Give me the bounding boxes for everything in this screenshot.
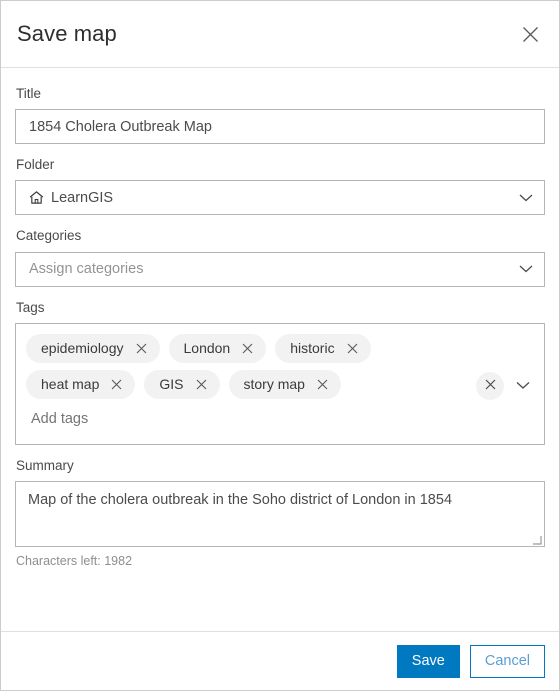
clear-all-tags-button[interactable] — [476, 371, 504, 400]
page-title: Save map — [17, 21, 117, 46]
tag-label: epidemiology — [41, 340, 124, 357]
close-icon[interactable] — [238, 339, 257, 358]
close-icon — [522, 26, 539, 43]
categories-label: Categories — [16, 228, 82, 244]
cancel-button[interactable]: Cancel — [469, 644, 545, 678]
save-button[interactable]: Save — [396, 644, 460, 678]
close-icon[interactable] — [343, 339, 362, 358]
folder-select-value: LearnGIS — [51, 189, 114, 206]
home-icon — [29, 190, 44, 205]
tags-label: Tags — [16, 299, 45, 315]
chevron-down-icon — [519, 193, 533, 202]
summary-textarea[interactable] — [15, 480, 545, 547]
chevron-down-icon — [519, 265, 533, 274]
tag-chip[interactable]: London — [168, 333, 267, 363]
dialog-header: Save map — [1, 1, 559, 68]
close-icon[interactable] — [132, 339, 151, 358]
close-icon[interactable] — [313, 375, 332, 394]
title-input-value: 1854 Cholera Outbreak Map — [29, 118, 212, 135]
folder-label: Folder — [16, 157, 55, 173]
folder-field-group: Folder LearnGIS — [15, 157, 545, 216]
folder-select[interactable]: LearnGIS — [15, 180, 545, 216]
tag-chip[interactable]: story map — [228, 369, 341, 399]
tags-actions — [476, 371, 535, 400]
dialog-body: Title 1854 Cholera Outbreak Map Folder L… — [1, 68, 559, 631]
dialog-footer: Save Cancel — [1, 631, 559, 690]
categories-placeholder: Assign categories — [29, 261, 144, 278]
title-input[interactable]: 1854 Cholera Outbreak Map — [15, 109, 545, 145]
close-icon[interactable] — [192, 375, 211, 394]
title-label: Title — [16, 86, 42, 101]
summary-label: Summary — [16, 457, 74, 473]
tag-label: historic — [290, 340, 335, 357]
title-field-group: Title 1854 Cholera Outbreak Map — [15, 86, 545, 145]
tag-chip[interactable]: heat map — [26, 369, 136, 399]
categories-select[interactable]: Assign categories — [15, 251, 545, 287]
tag-label: story map — [243, 376, 305, 393]
characters-left-text: Characters left: 1982 — [16, 553, 133, 568]
close-circle-icon — [485, 378, 496, 393]
tag-chip[interactable]: GIS — [144, 369, 220, 399]
tags-input-container[interactable]: epidemiology London historic heat map GI… — [15, 322, 545, 445]
categories-field-group: Categories Assign categories — [15, 228, 545, 287]
close-dialog-button[interactable] — [517, 21, 543, 47]
tag-label: GIS — [159, 376, 184, 393]
tags-chevron-down-icon[interactable] — [511, 374, 535, 398]
tag-label: heat map — [41, 376, 100, 393]
tag-chip[interactable]: historic — [275, 333, 371, 363]
tag-list: epidemiology London historic heat map GI… — [26, 333, 472, 399]
tag-label: London — [183, 340, 231, 357]
add-tags-input[interactable] — [31, 408, 271, 429]
close-icon[interactable] — [107, 375, 126, 394]
summary-field-group: Summary Characters left: 1982 — [15, 458, 545, 568]
save-map-dialog: Save map Title 1854 Cholera Outbreak Map… — [0, 0, 560, 691]
tag-chip[interactable]: epidemiology — [26, 333, 160, 363]
tags-field-group: Tags epidemiology London historic heat m… — [15, 300, 545, 445]
